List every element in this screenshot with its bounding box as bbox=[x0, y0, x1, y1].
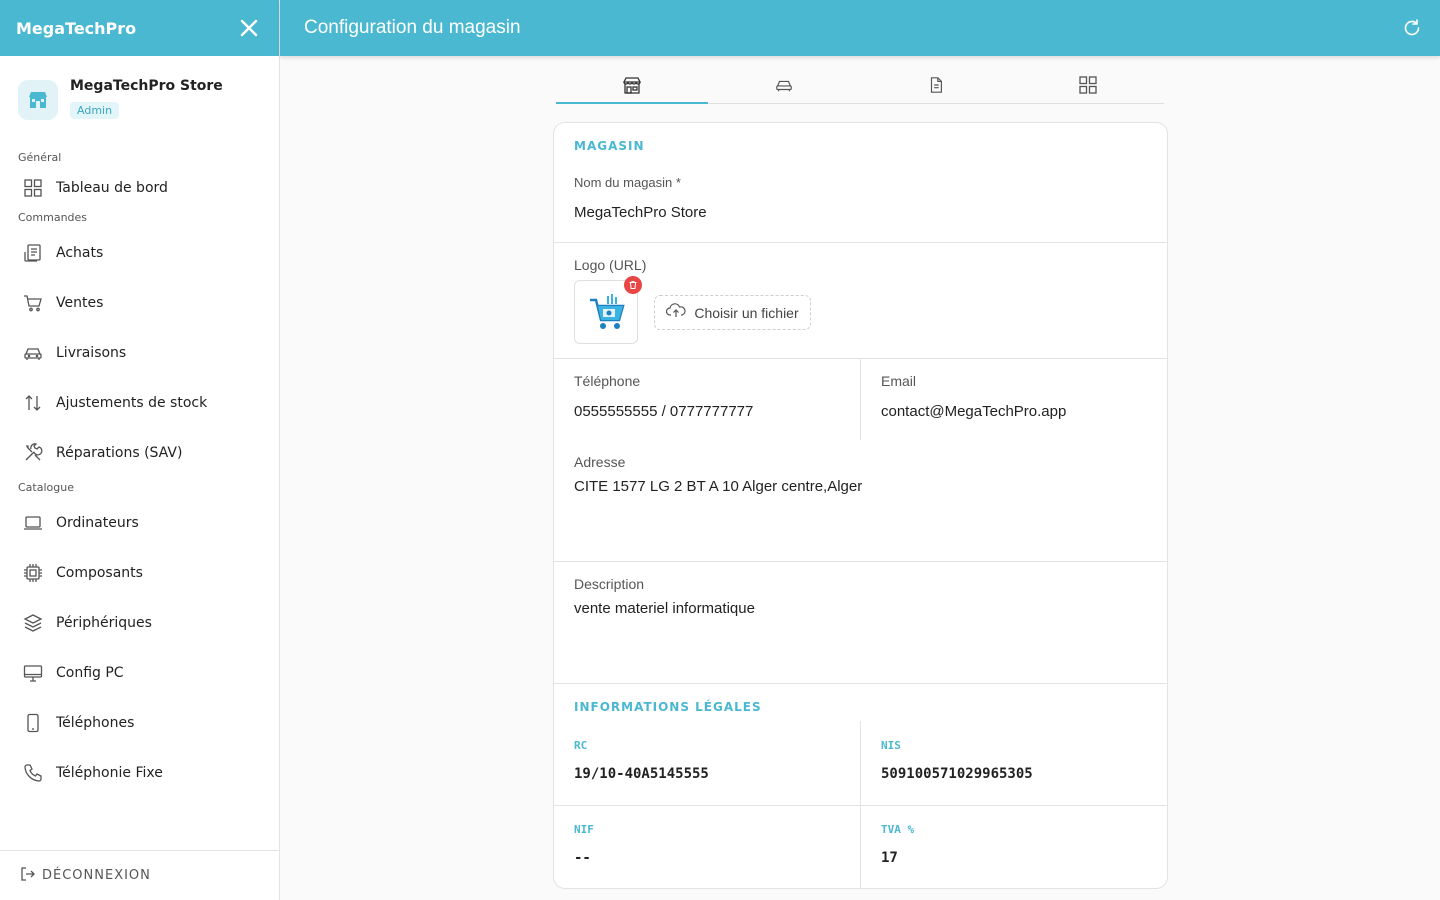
logo-label: Logo (URL) bbox=[574, 257, 647, 273]
role-badge: Admin bbox=[70, 102, 120, 119]
sidebar-item-ajustements[interactable]: Ajustements de stock bbox=[0, 378, 279, 428]
logout-icon bbox=[20, 866, 36, 886]
cart-icon bbox=[22, 292, 44, 314]
grid-icon bbox=[1078, 75, 1098, 99]
page-title: Configuration du magasin bbox=[304, 17, 521, 38]
dashboard-icon bbox=[22, 177, 44, 199]
email-field[interactable]: contact@MegaTechPro.app bbox=[881, 403, 1066, 420]
sidebar-item-label: Ajustements de stock bbox=[56, 395, 208, 411]
sidebar-item-telephonie-fixe[interactable]: Téléphonie Fixe bbox=[0, 748, 279, 798]
section-title-store: MAGASIN bbox=[574, 139, 645, 153]
store-icon bbox=[622, 75, 642, 99]
sidebar-item-label: Périphériques bbox=[56, 615, 152, 631]
car-icon bbox=[22, 342, 44, 364]
store-name-row: MAGASIN Nom du magasin * MegaTechPro Sto… bbox=[554, 123, 1167, 243]
nif-field[interactable]: -- bbox=[574, 850, 591, 866]
sidebar-item-label: Tableau de bord bbox=[56, 180, 168, 196]
sidebar-item-config-pc[interactable]: Config PC bbox=[0, 648, 279, 698]
contact-row: Téléphone 0555555555 / 0777777777 Email … bbox=[554, 359, 1167, 562]
rc-label: RC bbox=[574, 739, 588, 752]
email-label: Email bbox=[881, 373, 917, 389]
sidebar-item-telephones[interactable]: Téléphones bbox=[0, 698, 279, 748]
choose-file-button[interactable]: Choisir un fichier bbox=[654, 295, 811, 330]
chip-icon bbox=[22, 562, 44, 584]
tab-modules[interactable] bbox=[1012, 70, 1164, 103]
section-title-catalogue: Catalogue bbox=[18, 481, 74, 494]
legal-row-1: INFORMATIONS LÉGALES RC 19/10-40A5145555… bbox=[554, 684, 1167, 806]
document-icon bbox=[927, 76, 945, 98]
tab-store[interactable] bbox=[556, 70, 708, 104]
tab-bar bbox=[556, 70, 1164, 104]
sidebar-item-label: Ventes bbox=[56, 295, 104, 311]
tab-documents[interactable] bbox=[860, 70, 1012, 103]
logout-button[interactable]: DÉCONNEXION bbox=[0, 850, 279, 900]
description-field[interactable]: vente materiel informatique bbox=[574, 600, 755, 617]
sidebar-item-ventes[interactable]: Ventes bbox=[0, 278, 279, 328]
nis-field[interactable]: 509100571029965305 bbox=[881, 766, 1033, 782]
address-label: Adresse bbox=[574, 454, 626, 470]
arrows-updown-icon bbox=[22, 392, 44, 414]
logout-label: DÉCONNEXION bbox=[42, 868, 151, 883]
sidebar-item-label: Achats bbox=[56, 245, 104, 261]
sidebar-item-label: Livraisons bbox=[56, 345, 127, 361]
receipt-icon bbox=[22, 242, 44, 264]
sidebar-item-ordinateurs[interactable]: Ordinateurs bbox=[0, 498, 279, 548]
sidebar-item-label: Téléphonie Fixe bbox=[56, 765, 163, 781]
layers-icon bbox=[22, 612, 44, 634]
nis-label: NIS bbox=[881, 739, 901, 752]
store-config-card: MAGASIN Nom du magasin * MegaTechPro Sto… bbox=[553, 122, 1168, 889]
smartphone-icon bbox=[22, 712, 44, 734]
tab-delivery[interactable] bbox=[708, 70, 860, 103]
divider bbox=[860, 359, 861, 440]
shopping-cart-logo bbox=[590, 294, 625, 329]
description-row: Description vente materiel informatique bbox=[554, 562, 1167, 684]
sidebar-item-label: Composants bbox=[56, 565, 143, 581]
sidebar-header: MegaTechPro bbox=[0, 0, 279, 56]
sidebar-item-label: Téléphones bbox=[56, 715, 135, 731]
sidebar-item-peripheriques[interactable]: Périphériques bbox=[0, 598, 279, 648]
close-icon[interactable] bbox=[237, 16, 261, 40]
logo-row: Logo (URL) Choisir un fichier bbox=[554, 243, 1167, 359]
car-icon bbox=[775, 76, 793, 98]
delete-logo-button[interactable] bbox=[624, 276, 642, 294]
phone-field[interactable]: 0555555555 / 0777777777 bbox=[574, 403, 753, 420]
monitor-icon bbox=[22, 662, 44, 684]
brand-name: MegaTechPro bbox=[16, 18, 137, 38]
rc-field[interactable]: 19/10-40A5145555 bbox=[574, 766, 709, 782]
cloud-upload-icon bbox=[666, 302, 686, 323]
sidebar-item-composants[interactable]: Composants bbox=[0, 548, 279, 598]
store-name: MegaTechPro Store bbox=[70, 78, 223, 94]
nif-label: NIF bbox=[574, 823, 594, 836]
topbar: Configuration du magasin bbox=[280, 0, 1440, 56]
sidebar-item-label: Ordinateurs bbox=[56, 515, 139, 531]
sidebar-item-reparations[interactable]: Réparations (SAV) bbox=[0, 428, 279, 478]
sidebar: MegaTechPro MegaTechPro Store Admin Géné… bbox=[0, 0, 280, 900]
section-title-general: Général bbox=[18, 151, 62, 164]
sidebar-item-label: Config PC bbox=[56, 665, 124, 681]
address-field[interactable]: CITE 1577 LG 2 BT A 10 Alger centre,Alge… bbox=[574, 478, 862, 495]
refresh-icon[interactable] bbox=[1400, 16, 1424, 40]
tva-field[interactable]: 17 bbox=[881, 850, 898, 866]
sidebar-item-livraisons[interactable]: Livraisons bbox=[0, 328, 279, 378]
divider bbox=[860, 806, 861, 888]
sidebar-item-tableau-de-bord[interactable]: Tableau de bord bbox=[0, 168, 279, 208]
store-name-label: Nom du magasin * bbox=[574, 175, 681, 190]
divider bbox=[860, 721, 861, 806]
laptop-icon bbox=[22, 512, 44, 534]
sidebar-item-label: Réparations (SAV) bbox=[56, 445, 183, 461]
section-title-legal: INFORMATIONS LÉGALES bbox=[574, 700, 762, 714]
tva-label: TVA % bbox=[881, 823, 915, 836]
store-name-field[interactable]: MegaTechPro Store bbox=[574, 204, 707, 221]
section-title-commandes: Commandes bbox=[18, 211, 88, 224]
phone-icon bbox=[22, 762, 44, 784]
phone-label: Téléphone bbox=[574, 373, 641, 389]
description-label: Description bbox=[574, 576, 645, 592]
trash-icon bbox=[629, 281, 637, 289]
sidebar-item-achats[interactable]: Achats bbox=[0, 228, 279, 278]
store-info: MegaTechPro Store Admin bbox=[0, 56, 279, 148]
tools-icon bbox=[22, 442, 44, 464]
choose-file-label: Choisir un fichier bbox=[694, 304, 799, 321]
store-icon bbox=[18, 80, 58, 120]
legal-row-2: NIF -- TVA % 17 bbox=[554, 806, 1167, 888]
